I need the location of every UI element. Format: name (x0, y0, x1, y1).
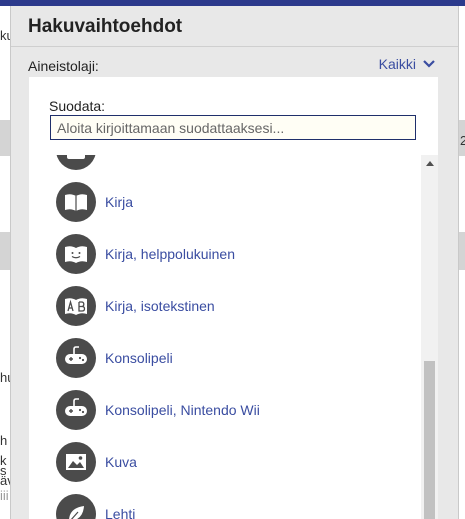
leaf-icon (56, 494, 96, 519)
easy-read-book-icon (56, 234, 96, 274)
image-icon (56, 442, 96, 482)
background-text-fragment: iii (0, 488, 9, 503)
format-label: Aineistolaji: (28, 58, 99, 74)
format-option-kirja-isotekstinen[interactable]: Kirja, isotekstinen (29, 280, 419, 332)
format-selected-value: Kaikki (378, 56, 416, 72)
large-print-book-icon (56, 286, 96, 326)
format-option-label: Konsolipeli (105, 350, 173, 366)
gamepad-icon (56, 390, 96, 430)
format-option-label: Lehti (105, 506, 136, 519)
format-option-kuva[interactable]: Kuva (29, 436, 419, 488)
format-dropdown-toggle[interactable]: Kaikki (379, 56, 436, 72)
format-option-label: Kirja, isotekstinen (105, 298, 215, 314)
title-divider (11, 46, 458, 47)
scrollbar-thumb[interactable] (424, 361, 435, 519)
format-option-kirja-helppolukuinen[interactable]: Kirja, helppolukuinen (29, 228, 419, 280)
format-option-label: Kirja, helppolukuinen (105, 246, 235, 262)
generic-format-icon (56, 155, 96, 170)
background-text-fragment: h (0, 433, 8, 448)
list-scrollbar[interactable] (421, 155, 438, 519)
filter-label: Suodata: (49, 98, 106, 114)
format-dropdown-panel: Suodata: Kirja (29, 77, 438, 519)
format-list: Kirja Kirja, helppolukuinen Kirja, isote… (29, 155, 419, 519)
chevron-down-icon (423, 60, 435, 68)
background-text-fragment: äv (0, 473, 10, 488)
format-option-lehti[interactable]: Lehti (29, 488, 419, 519)
background-text-fragment: 2 (460, 133, 465, 148)
format-option-label: Konsolipeli, Nintendo Wii (105, 402, 260, 418)
background-text-fragment: hu (0, 370, 10, 385)
scroll-up-arrow-icon[interactable] (421, 155, 438, 172)
gamepad-icon (56, 338, 96, 378)
book-icon (56, 182, 96, 222)
search-options-dialog: Hakuvaihtoehdot Aineistolaji: Kaikki Suo… (10, 6, 459, 519)
format-option[interactable] (29, 155, 419, 176)
format-option-konsolipeli[interactable]: Konsolipeli (29, 332, 419, 384)
dialog-title: Hakuvaihtoehdot (28, 16, 183, 37)
format-option-label: Kuva (105, 454, 137, 470)
background-text-fragment: ku (0, 28, 10, 43)
format-option-konsolipeli-nintendo-wii[interactable]: Konsolipeli, Nintendo Wii (29, 384, 419, 436)
filter-input[interactable] (50, 115, 416, 140)
format-list-viewport: Kirja Kirja, helppolukuinen Kirja, isote… (29, 155, 438, 519)
format-option-label: Kirja (105, 194, 134, 210)
format-option-kirja[interactable]: Kirja (29, 176, 419, 228)
